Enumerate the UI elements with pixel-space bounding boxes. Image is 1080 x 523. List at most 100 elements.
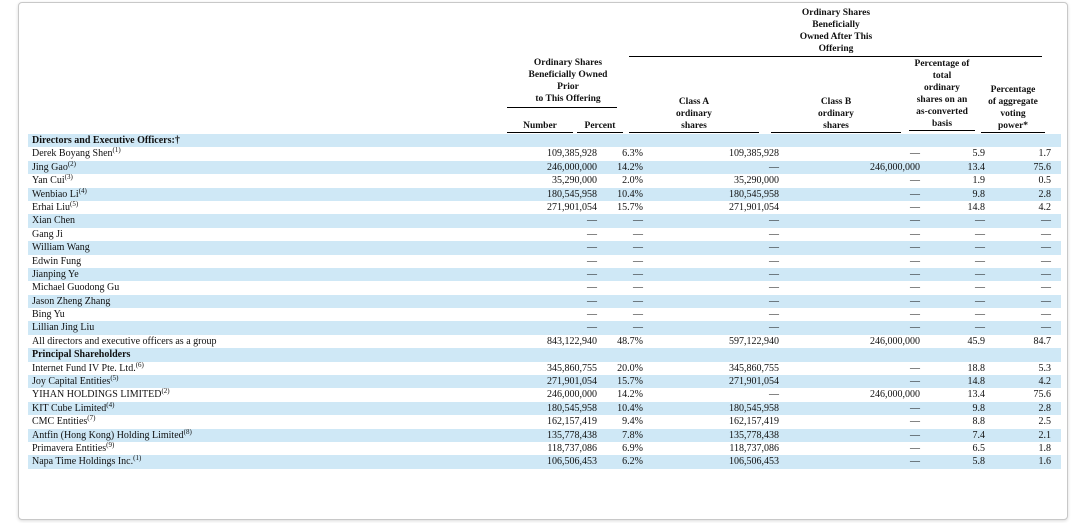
cell-percent: 7.8%	[622, 429, 643, 441]
cell-pct-total: 14.8	[967, 376, 986, 388]
cell-pct-total: —	[975, 255, 985, 267]
cell-number: 345,860,755	[547, 362, 597, 374]
col-header-number: Number	[507, 120, 573, 133]
table-row: Derek Boyang Shen(1) 109,385,928 6.3% 109,3…	[28, 147, 1061, 160]
cell-class-b: —	[910, 215, 920, 227]
holder-name: Internet Fund IV Pte. Ltd.(6)	[32, 361, 144, 375]
cell-pct-voting: 2.8	[1038, 402, 1052, 414]
cell-class-b: —	[910, 282, 920, 294]
table-row: Primavera Entities(9) 118,737,086 6.9% 118,…	[28, 441, 1061, 455]
cell-number: —	[587, 242, 597, 254]
cell-class-a: 106,506,453	[729, 456, 779, 468]
holder-name: Yan Cui(3)	[32, 174, 73, 187]
cell-number: 106,506,453	[547, 456, 597, 468]
cell-percent: 6.2%	[622, 456, 643, 468]
class-a-line: Class A	[678, 97, 710, 107]
cell-number: 843,122,940	[547, 335, 597, 347]
holder-name: Primavera Entities(9)	[32, 441, 114, 455]
cell-number: 109,385,928	[547, 148, 597, 160]
cell-class-b: —	[910, 402, 920, 414]
cell-class-b: —	[910, 201, 920, 213]
cell-class-a: —	[769, 309, 779, 321]
cell-class-b: —	[910, 268, 920, 280]
section-header-row: Principal Shareholders	[28, 348, 1061, 362]
after-header-line: Owned After This	[799, 32, 873, 42]
cell-percent: —	[633, 215, 643, 227]
cell-number: —	[587, 268, 597, 280]
cell-class-a: 35,290,000	[734, 175, 779, 187]
cell-pct-voting: 75.6	[1033, 389, 1052, 401]
holder-name: YIHAN HOLDINGS LIMITED(2)	[32, 388, 170, 401]
cell-pct-total: —	[975, 309, 985, 321]
prior-offering-rule	[507, 107, 617, 108]
cell-number: 271,901,054	[547, 201, 597, 213]
cell-number: 135,778,438	[547, 429, 597, 441]
after-header-line: Beneficially	[812, 20, 860, 30]
table-row: Antfin (Hong Kong) Holding Limited(8) 135…	[28, 427, 1061, 442]
cell-class-a: 162,157,419	[729, 416, 779, 428]
col-header-percent-text: Percent	[577, 120, 623, 133]
table-row: Joy Capital Entities(5) 271,901,054 15.7% 2…	[28, 374, 1061, 389]
cell-number: 162,157,419	[547, 416, 597, 428]
table-row: Erhai Liu(5) 271,901,054 15.7% 271,901,054 —…	[28, 200, 1061, 214]
col-header-class-a: Class A ordinary shares	[629, 96, 759, 133]
holder-name-text: Jianping Ye	[32, 268, 79, 280]
cell-class-a: 135,778,438	[729, 429, 779, 441]
cell-class-b: —	[910, 442, 920, 454]
cell-pct-total: 13.4	[967, 161, 986, 173]
cell-class-a: —	[769, 255, 779, 267]
cell-pct-voting: 5.3	[1038, 362, 1052, 374]
cell-pct-total: 1.9	[972, 175, 986, 187]
holder-name-text: Gang Ji	[32, 228, 63, 240]
cell-number: 246,000,000	[547, 389, 597, 401]
cell-class-b: —	[910, 416, 920, 428]
prior-header-line: to This Offering	[535, 94, 601, 104]
holder-name: Gang Ji	[32, 228, 63, 241]
cell-percent: —	[633, 309, 643, 321]
table-row: Internet Fund IV Pte. Ltd.(6) 345,860,755…	[28, 361, 1061, 375]
cell-class-b: —	[910, 309, 920, 321]
cell-percent: —	[633, 282, 643, 294]
col-header-pct-voting: Percentage of aggregate voting power*	[981, 84, 1045, 133]
table-header: Ordinary Shares Beneficially Owned After…	[19, 3, 1067, 134]
footnote-ref: (8)	[183, 427, 192, 436]
cell-percent: 6.3%	[622, 148, 643, 160]
cell-class-b: —	[910, 456, 920, 468]
cell-number: 246,000,000	[547, 161, 597, 173]
table-row: Jason Zheng Zhang — — — — — —	[28, 294, 1061, 309]
table-row: Jing Gao(2) 246,000,000 14.2% — 246,000,000 1…	[28, 159, 1061, 175]
cell-pct-voting: —	[1041, 228, 1051, 240]
footnote-ref: (5)	[110, 374, 119, 383]
cell-class-a: —	[769, 242, 779, 254]
holder-name-text: Joy Capital Entities	[32, 376, 111, 388]
cell-pct-total: —	[975, 228, 985, 240]
cell-pct-voting: —	[1041, 268, 1051, 280]
cell-class-b: —	[910, 429, 920, 441]
holder-name-text: Erhai Liu	[32, 201, 71, 213]
cell-class-a: 271,901,054	[729, 376, 779, 388]
cell-class-b: —	[910, 255, 920, 267]
footnote-ref: (1)	[133, 454, 142, 463]
cell-pct-total: 5.9	[972, 148, 986, 160]
holder-name-text: YIHAN HOLDINGS LIMITED	[32, 389, 162, 401]
class-b-line: Class B	[820, 97, 852, 107]
footnote-ref: (2)	[67, 159, 77, 168]
cell-class-b: 246,000,000	[870, 389, 920, 401]
footnote-ref: (2)	[161, 387, 170, 396]
holder-name: Erhai Liu(5)	[32, 200, 78, 214]
cell-pct-voting: —	[1041, 255, 1051, 267]
cell-class-a: —	[769, 268, 779, 280]
prior-offering-group-header: Ordinary Shares Beneficially Owned Prior…	[503, 57, 633, 105]
holder-name-text: All directors and executive officers as …	[32, 335, 217, 347]
pct-voting-line: Percentage	[990, 85, 1036, 95]
holder-name-text: Lillian Jing Liu	[32, 322, 95, 334]
cell-class-b: 246,000,000	[870, 335, 920, 347]
cell-pct-voting: 2.1	[1038, 429, 1052, 441]
cell-class-b: —	[910, 228, 920, 240]
cell-number: 35,290,000	[552, 175, 597, 187]
cell-pct-total: —	[975, 268, 985, 280]
cell-class-b: —	[910, 148, 920, 160]
footnote-ref: (4)	[78, 186, 87, 195]
after-offering-rule	[629, 56, 1042, 57]
holder-name-text: Edwin Fung	[32, 255, 82, 267]
